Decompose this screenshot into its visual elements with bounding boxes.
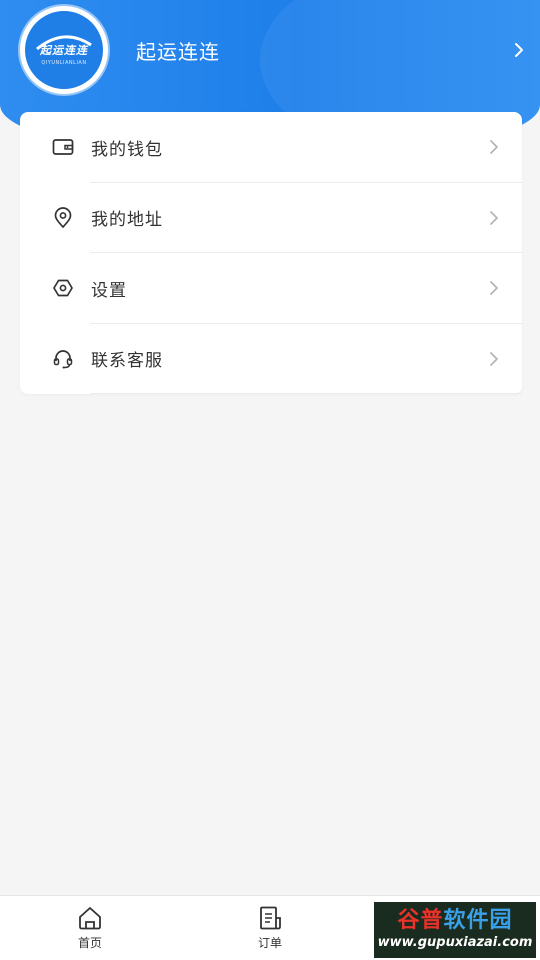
watermark-url: www.gupuxiazai.com: [377, 935, 533, 950]
menu-item-label: 我的钱包: [91, 139, 163, 160]
logo-text-en: QIYUNLIANLIAN: [41, 60, 87, 66]
site-watermark: 谷普软件园 www.gupuxiazai.com: [374, 902, 536, 958]
menu-item-customer-service[interactable]: 联系客服: [20, 324, 522, 394]
tab-label: 订单: [257, 936, 282, 950]
menu-item-label: 设置: [91, 280, 127, 301]
menu-item-label: 我的地址: [91, 210, 163, 231]
watermark-cn-2: 软件园: [443, 908, 513, 933]
tab-home[interactable]: 首页: [0, 896, 180, 960]
home-icon: [79, 907, 101, 930]
order-list-icon: [260, 906, 281, 930]
chevron-right-icon: [490, 140, 498, 155]
app-name: 起运连连: [136, 39, 220, 64]
location-pin-icon: [52, 206, 74, 229]
app-logo: 起运连连 QIYUNLIANLIAN: [25, 11, 103, 89]
menu-item-label: 联系客服: [91, 351, 163, 372]
headset-icon: [52, 348, 74, 370]
settings-hexagon-icon: [52, 277, 74, 299]
chevron-right-icon[interactable]: [510, 41, 528, 59]
wallet-icon: [52, 136, 74, 158]
watermark-cn-1: 谷普: [397, 908, 444, 933]
divider: [90, 393, 522, 394]
avatar[interactable]: 起运连连 QIYUNLIANLIAN: [20, 6, 108, 94]
watermark-title: 谷普软件园: [397, 908, 512, 934]
menu-item-settings[interactable]: 设置: [20, 253, 522, 324]
chevron-right-icon: [490, 351, 498, 366]
profile-header[interactable]: 起运连连 QIYUNLIANLIAN 起运连连: [20, 6, 530, 94]
menu-item-address[interactable]: 我的地址: [20, 183, 522, 253]
chevron-right-icon: [490, 210, 498, 225]
chevron-right-icon: [490, 281, 498, 296]
menu-card: 我的钱包 我的地址 设置 联系客服: [20, 112, 522, 394]
tab-label: 首页: [77, 936, 102, 950]
menu-item-wallet[interactable]: 我的钱包: [20, 112, 522, 183]
logo-arc-icon: [36, 35, 92, 51]
tab-orders[interactable]: 订单: [180, 896, 360, 960]
